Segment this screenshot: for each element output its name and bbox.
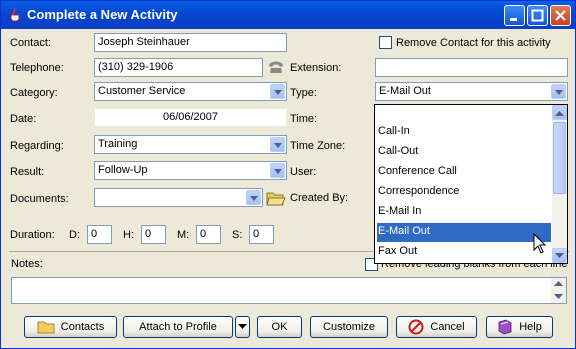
dropdown-item[interactable]: Correspondence — [377, 183, 551, 202]
scroll-up-button[interactable] — [552, 105, 567, 120]
duration-days-label: D: — [69, 229, 80, 241]
dropdown-item[interactable]: E-Mail In — [377, 203, 551, 222]
maximize-button[interactable] — [527, 5, 548, 26]
category-value: Customer Service — [98, 85, 186, 97]
remove-contact-label: Remove Contact for this activity — [396, 37, 551, 49]
chevron-down-icon — [238, 324, 247, 329]
type-label: Type: — [290, 87, 317, 99]
close-icon — [555, 10, 566, 21]
customize-label: Customize — [323, 321, 375, 333]
notes-scrollbar[interactable] — [551, 278, 566, 303]
duration-seconds-label: S: — [232, 229, 243, 241]
chevron-down-icon[interactable] — [270, 84, 285, 99]
result-label: Result: — [10, 166, 45, 178]
dropdown-scrollbar[interactable] — [552, 105, 567, 263]
contacts-button[interactable]: Contacts — [24, 316, 117, 338]
duration-seconds-field[interactable]: 0 — [249, 225, 274, 244]
customize-button[interactable]: Customize — [310, 316, 388, 338]
contact-field[interactable]: Joseph Steinhauer — [94, 33, 287, 52]
regarding-select[interactable]: Training — [94, 135, 287, 154]
user-label: User: — [290, 166, 317, 178]
window-title: Complete a New Activity — [27, 7, 178, 22]
minimize-button[interactable] — [504, 5, 525, 26]
scroll-down-button[interactable] — [552, 248, 567, 263]
chevron-down-icon[interactable] — [270, 163, 285, 178]
documents-label: Documents: — [10, 193, 69, 205]
chevron-down-icon[interactable] — [246, 190, 261, 205]
duration-hours-field[interactable]: 0 — [141, 225, 166, 244]
duration-hours-label: H: — [123, 229, 134, 241]
remove-contact-checkbox[interactable] — [379, 36, 392, 49]
help-label: Help — [519, 321, 542, 333]
timezone-label: Time Zone: — [290, 140, 346, 152]
minimize-icon — [510, 18, 517, 21]
duration-minutes-field[interactable]: 0 — [196, 225, 221, 244]
dropdown-item-selected[interactable]: E-Mail Out — [377, 223, 551, 242]
notes-textarea[interactable] — [11, 277, 567, 304]
result-value: Follow-Up — [98, 164, 148, 176]
duration-minutes-label: M: — [177, 229, 190, 241]
extension-label: Extension: — [290, 62, 342, 74]
cancel-button[interactable]: Cancel — [396, 316, 477, 338]
activity-dialog: Complete a New Activity Contact: Joseph … — [0, 0, 576, 349]
folder-open-icon[interactable] — [266, 189, 286, 207]
ok-button[interactable]: OK — [257, 316, 302, 338]
phone-icon[interactable] — [267, 59, 285, 75]
folder-icon — [37, 321, 55, 334]
category-select[interactable]: Customer Service — [94, 82, 287, 101]
help-button[interactable]: Help — [486, 316, 553, 338]
mouse-cursor-icon — [533, 233, 547, 254]
result-select[interactable]: Follow-Up — [94, 161, 287, 180]
documents-select[interactable] — [94, 188, 263, 207]
category-label: Category: — [10, 87, 58, 99]
ok-label: OK — [271, 321, 288, 333]
scroll-down-icon[interactable] — [554, 294, 563, 300]
chevron-down-icon[interactable] — [270, 137, 285, 152]
title-bar[interactable]: Complete a New Activity — [1, 1, 575, 29]
regarding-value: Training — [98, 138, 138, 150]
dropdown-item[interactable]: Call-Out — [377, 143, 551, 162]
java-cup-icon — [10, 7, 20, 22]
duration-days-field[interactable]: 0 — [87, 225, 112, 244]
close-button[interactable] — [550, 5, 571, 26]
scroll-up-icon[interactable] — [554, 280, 563, 286]
type-value: E-Mail Out — [379, 85, 431, 97]
scroll-up-icon — [555, 111, 564, 116]
regarding-label: Regarding: — [10, 140, 64, 152]
help-book-icon — [498, 319, 512, 335]
dropdown-item[interactable]: Conference Call — [377, 163, 551, 182]
cancel-label: Cancel — [430, 321, 465, 333]
telephone-field[interactable]: (310) 329-1906 — [94, 58, 263, 77]
chevron-down-icon[interactable] — [551, 84, 566, 99]
date-label: Date: — [10, 113, 37, 125]
type-select[interactable]: E-Mail Out — [375, 82, 568, 101]
created-by-label: Created By: — [290, 192, 349, 204]
attach-menu-button[interactable] — [235, 316, 250, 338]
contacts-label: Contacts — [60, 321, 105, 333]
attach-label: Attach to Profile — [139, 321, 217, 333]
dropdown-item[interactable]: Fax Out — [377, 243, 551, 262]
telephone-label: Telephone: — [10, 62, 64, 74]
date-field[interactable]: 06/06/2007 — [94, 108, 287, 127]
duration-label: Duration: — [10, 229, 55, 241]
time-label: Time: — [290, 113, 318, 125]
extension-field[interactable] — [375, 58, 568, 77]
maximize-icon — [531, 9, 544, 22]
scroll-thumb[interactable] — [553, 122, 566, 194]
contact-label: Contact: — [10, 37, 51, 49]
cancel-icon — [408, 319, 424, 335]
notes-label: Notes: — [11, 258, 43, 270]
scroll-down-icon — [555, 253, 564, 258]
attach-to-profile-button[interactable]: Attach to Profile — [123, 316, 233, 338]
dropdown-item[interactable]: Call-In — [377, 123, 551, 142]
